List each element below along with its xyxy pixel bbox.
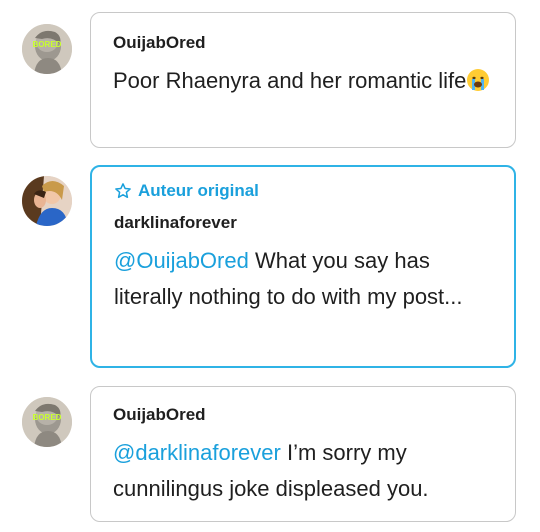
mention-link[interactable]: @OuijabOred	[114, 248, 249, 273]
avatar-badge-text: BORED	[33, 413, 62, 422]
reply-text-body: Poor Rhaenyra and her romantic life	[113, 68, 467, 93]
avatar-badge-text: BORED	[33, 40, 62, 49]
reply-username[interactable]: OuijabOred	[113, 405, 493, 425]
reply-thread: BORED OuijabOred Poor Rhaenyra and her r…	[0, 0, 540, 532]
reply-username[interactable]: OuijabOred	[113, 33, 493, 53]
original-author-label: Auteur original	[138, 181, 259, 200]
reply-text: @darklinaforever I’m sorry my cunnilingu…	[113, 435, 493, 507]
reply-bubble: OuijabOred @darklinaforever I’m sorry my…	[90, 386, 516, 522]
reply-text: Poor Rhaenyra and her romantic life	[113, 63, 493, 103]
reply-bubble-original-author: Auteur original darklinaforever @OuijabO…	[90, 165, 516, 368]
avatar[interactable]: BORED	[22, 397, 72, 447]
avatar[interactable]	[22, 176, 72, 226]
star-outline-icon	[115, 183, 131, 199]
mention-link[interactable]: @darklinaforever	[113, 440, 281, 465]
greek-bust-avatar-icon: BORED	[22, 24, 72, 74]
reply-bubble: OuijabOred Poor Rhaenyra and her romanti…	[90, 12, 516, 148]
reply-text: @OuijabOred What you say has literally n…	[114, 243, 492, 315]
greek-bust-avatar-icon: BORED	[22, 397, 72, 447]
avatar[interactable]: BORED	[22, 24, 72, 74]
reply-username[interactable]: darklinaforever	[114, 213, 492, 233]
illustrated-couple-avatar-icon	[22, 176, 72, 226]
original-author-badge: Auteur original	[114, 181, 492, 201]
crying-face-emoji-icon	[466, 67, 490, 103]
